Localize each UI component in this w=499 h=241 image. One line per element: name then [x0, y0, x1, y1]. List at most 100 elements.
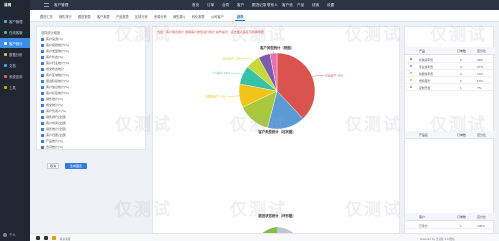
- tab[interactable]: 产品报表: [114, 13, 131, 20]
- sidebar-item[interactable]: 客户管理: [0, 16, 30, 26]
- tab[interactable]: 来源分析: [152, 13, 169, 20]
- col-header-pct-2: 百分比: [477, 133, 487, 137]
- tab[interactable]: 区域分析: [133, 13, 150, 20]
- filter-option[interactable]: 合同统计(%): [41, 145, 63, 149]
- filter-option-label: 成交统计(%): [46, 103, 64, 107]
- checkbox[interactable]: [41, 37, 44, 41]
- tab[interactable]: 销售漏斗: [171, 13, 188, 20]
- cell-pct: 27%: [477, 65, 484, 69]
- filter-option[interactable]: 客户行业统计(%): [41, 61, 69, 65]
- filter-option[interactable]: 客户时间(全部): [41, 121, 66, 125]
- folder-icon[interactable]: [52, 236, 56, 240]
- checkbox[interactable]: [41, 103, 44, 107]
- checkbox[interactable]: [41, 109, 44, 113]
- sidebar-item-label: 客户管理: [9, 19, 23, 24]
- menu-toggle-icon[interactable]: [44, 3, 49, 7]
- filter-option[interactable]: 客户级别统计(%): [41, 43, 69, 47]
- top-nav-item[interactable]: 线索: [312, 3, 319, 8]
- sidebar-item-icon: [4, 52, 7, 56]
- checkbox[interactable]: [41, 85, 44, 89]
- sidebar-item[interactable]: 数据分析: [0, 49, 30, 59]
- pie-label-line: [227, 95, 240, 97]
- filter-option[interactable]: 客户归属(全部): [41, 133, 66, 137]
- top-nav-item[interactable]: 首页: [192, 3, 199, 8]
- checkbox[interactable]: [41, 121, 44, 125]
- tab-active[interactable]: 报表: [235, 13, 246, 21]
- filter-option-label: 销售统计(%): [46, 97, 64, 101]
- sidebar-item[interactable]: 系统应用: [0, 71, 30, 81]
- cell-name: 标准版年费: [419, 58, 433, 62]
- checkbox[interactable]: [41, 127, 44, 131]
- breadcrumb: 当前：客户报表统计 选择客户类型进行统计 操作提示：点击图表扇区可查看明细: [157, 30, 264, 34]
- table-row[interactable]: 专业版年费 4 27%: [405, 63, 495, 70]
- checkbox[interactable]: [41, 49, 44, 53]
- table-row[interactable]: 旗舰版年费 2 13%: [405, 70, 495, 77]
- sidebar-item[interactable]: 客户统计: [0, 38, 30, 48]
- filter-option[interactable]: 销售统计(全部): [41, 127, 66, 131]
- filter-option-label: 跟进阶段统计(%): [46, 79, 70, 83]
- generate-chart-button[interactable]: 生成图表: [65, 163, 87, 169]
- top-nav-item[interactable]: 客户: [237, 3, 244, 8]
- filter-option-label: 客户信息统计(%): [46, 85, 70, 89]
- tab[interactable]: 跟进汇总: [38, 13, 55, 20]
- table-row[interactable]: 增值服务 2 13%: [405, 77, 495, 84]
- filter-option[interactable]: 客户负责人(%): [41, 109, 66, 113]
- checkbox[interactable]: [41, 73, 44, 77]
- filter-option[interactable]: 客户信息统计(%): [41, 85, 69, 89]
- top-nav-item[interactable]: 合同: [222, 3, 229, 8]
- pie-label-line: [312, 75, 325, 78]
- tab[interactable]: 销售排行: [57, 13, 74, 20]
- user-menu[interactable]: 个人: [3, 232, 16, 237]
- filter-option[interactable]: 销售统计(%): [41, 97, 63, 101]
- filter-option[interactable]: 跟进阶段统计(%): [41, 79, 69, 83]
- col-header-product-name: 产品名: [419, 133, 429, 137]
- cell-name: 增值服务: [419, 79, 431, 83]
- tab[interactable]: 转化报表: [190, 13, 207, 20]
- table-row[interactable]: 定制开发 1 7%: [405, 84, 495, 91]
- top-nav-item[interactable]: 跟进记录: [252, 3, 266, 8]
- filter-option[interactable]: 销售排行(全部): [41, 115, 66, 119]
- filter-option[interactable]: 客户区域统计(%): [41, 73, 69, 77]
- table-row[interactable]: 标准版年费 6 40%: [405, 56, 495, 63]
- top-nav-item[interactable]: 订单: [207, 3, 214, 8]
- filter-option[interactable]: 客户标签统计(%): [41, 91, 69, 95]
- cell-count: 2: [460, 79, 462, 83]
- col-header-pct-3: 百分比: [477, 215, 487, 219]
- filter-option[interactable]: 产品统计(%): [41, 139, 63, 143]
- top-nav-item[interactable]: 产品: [297, 3, 304, 8]
- filter-option[interactable]: 客户状态(%): [41, 55, 63, 59]
- checkbox[interactable]: [41, 61, 44, 65]
- filter-option[interactable]: 成交统计(%): [41, 103, 63, 107]
- checkbox[interactable]: [41, 115, 44, 119]
- tab[interactable]: 客户报表: [95, 13, 112, 20]
- cell-pct: 13%: [477, 72, 484, 76]
- top-nav-item[interactable]: 联系人: [267, 3, 278, 8]
- checkbox[interactable]: [41, 67, 44, 71]
- tab[interactable]: 跟进报表: [76, 13, 93, 20]
- tab[interactable]: 公司客户: [209, 13, 226, 20]
- sidebar-item[interactable]: 在线客服: [0, 27, 30, 37]
- checkbox[interactable]: [41, 145, 44, 149]
- top-bar: 客户管理 首页 订单 合同 客户 跟进记录 联系人 客户池 产品 线索 设置: [30, 0, 499, 10]
- checkbox[interactable]: [41, 79, 44, 83]
- checkbox[interactable]: [41, 91, 44, 95]
- checkbox[interactable]: [41, 133, 44, 137]
- filter-option-label: 客户时间(全部): [46, 121, 67, 125]
- app-icon[interactable]: [36, 236, 40, 240]
- sidebar-item[interactable]: 工具: [0, 82, 30, 92]
- checkbox[interactable]: [41, 97, 44, 101]
- checkbox[interactable]: [41, 139, 44, 143]
- wechat-icon[interactable]: [44, 236, 48, 240]
- filter-option[interactable]: 成交状态统计: [41, 67, 64, 71]
- cell-name: 旗舰版年费: [419, 72, 433, 76]
- filter-option[interactable]: 客户来源(%): [41, 37, 63, 41]
- filter-option[interactable]: 客户类型统计(%): [41, 49, 69, 53]
- top-nav-item[interactable]: 设置: [327, 3, 334, 8]
- top-nav-item[interactable]: 客户池: [282, 3, 293, 8]
- filter-option-label: 客户归属(全部): [46, 133, 67, 137]
- sidebar-item[interactable]: 文档: [0, 60, 30, 70]
- checkbox[interactable]: [41, 43, 44, 47]
- table-row[interactable]: 已签约 1 100%: [405, 222, 495, 229]
- cancel-button[interactable]: 取消: [47, 163, 59, 169]
- checkbox[interactable]: [41, 55, 44, 59]
